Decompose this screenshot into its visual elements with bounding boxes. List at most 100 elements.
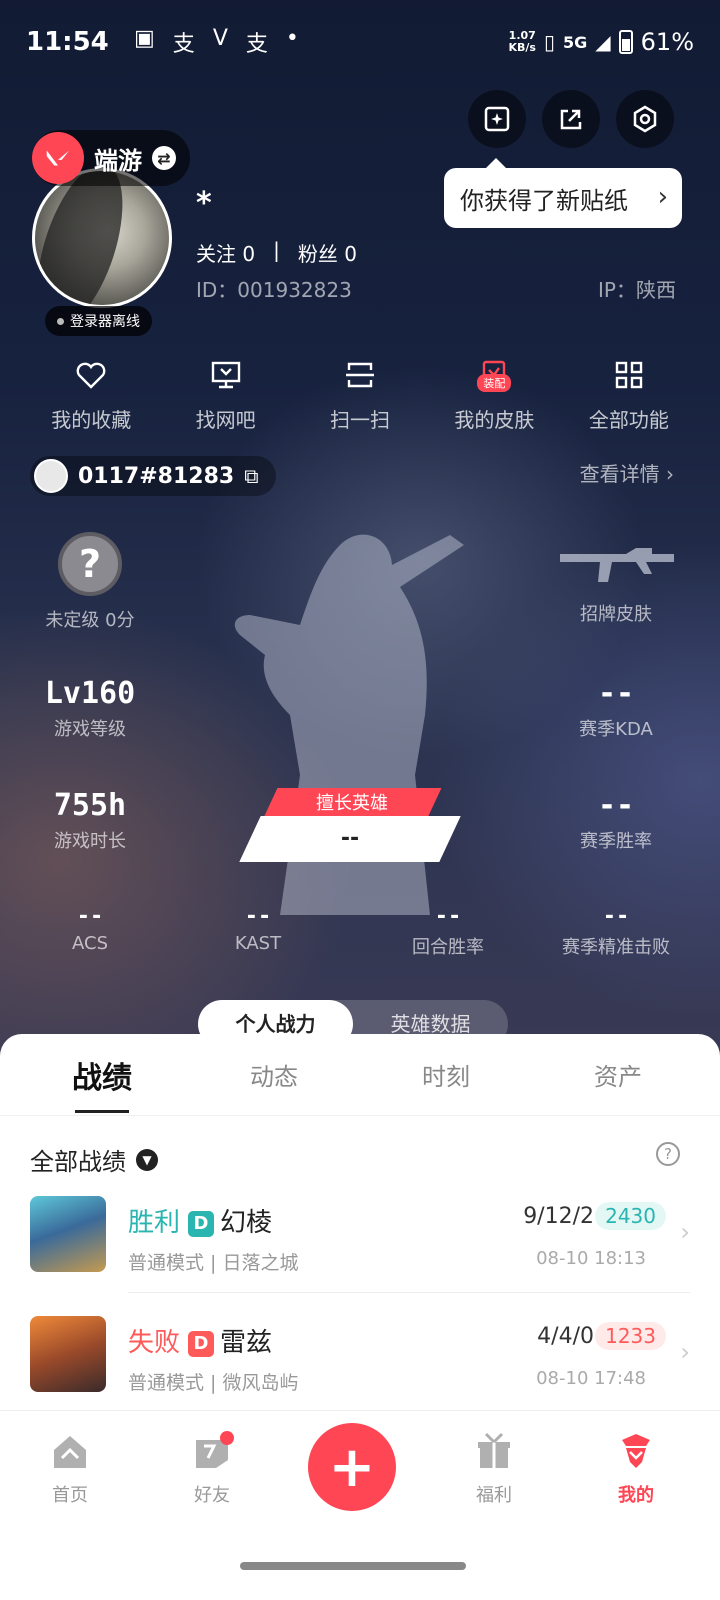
plus-icon: + <box>328 1434 376 1500</box>
match-mode: 普通模式 | 日落之城 <box>128 1252 299 1274</box>
gear-icon <box>633 105 657 133</box>
match-score: 1233 <box>595 1322 666 1350</box>
my-skins-button[interactable]: 装配 我的皮肤 <box>427 352 561 433</box>
scan-button[interactable]: 扫一扫 <box>293 352 427 433</box>
match-score: 2430 <box>595 1202 666 1230</box>
signal-icon: ◢ <box>595 30 611 54</box>
grid-icon <box>615 361 643 389</box>
match-kda: 4/4/0 <box>537 1324 594 1349</box>
user-id: ID：001932823 <box>196 278 352 302</box>
chevron-down-icon: ▼ <box>136 1148 158 1171</box>
status-right: 1.07 KB/s ▯ 5G ◢ 61% <box>509 28 695 56</box>
rank-stat[interactable]: ? 未定级 0分 <box>10 532 170 632</box>
sticker-icon <box>484 106 510 132</box>
new-sticker-tooltip[interactable]: 你获得了新贴纸 › <box>444 158 682 228</box>
status-time: 11:54 <box>26 27 109 57</box>
home-icon <box>54 1436 86 1468</box>
valorant-notification-icon: V <box>212 26 228 51</box>
notification-icons: ▣ 支 V 支 • <box>134 26 299 58</box>
nav-welfare[interactable]: 福利 <box>444 1429 544 1507</box>
precision-kills-stat: -- 赛季精准击败 <box>562 904 670 958</box>
match-result: 失败 <box>128 1328 181 1358</box>
chevron-right-icon: › <box>657 182 668 212</box>
network-type: 5G <box>563 32 588 52</box>
season-winrate-stat: -- 赛季胜率 <box>580 788 652 852</box>
game-switcher[interactable]: 端游 ⇄ <box>32 130 190 186</box>
notification-dot <box>220 1431 234 1445</box>
record-filter[interactable]: 全部战绩 ▼ <box>30 1142 158 1177</box>
alipay-icon: 支 <box>172 32 195 57</box>
mode-badge: D <box>188 1211 215 1237</box>
riot-id-pill[interactable]: 0117#81283 ⧉ <box>30 456 277 496</box>
signature-skin[interactable]: 招牌皮肤 <box>536 540 696 626</box>
view-details-link[interactable]: 查看详情 › <box>580 458 674 487</box>
agent-name: 幻棱 <box>220 1208 273 1238</box>
gun-icon <box>560 548 674 582</box>
avatar[interactable] <box>32 168 172 308</box>
tab-assets[interactable]: 资产 <box>532 1057 704 1092</box>
help-icon[interactable]: ? <box>656 1142 680 1166</box>
monitor-icon <box>211 361 240 389</box>
all-features-button[interactable]: 全部功能 <box>562 352 696 433</box>
round-winrate-stat: -- 回合胜率 <box>412 904 484 958</box>
tab-feed[interactable]: 动态 <box>188 1057 360 1092</box>
divider <box>128 1292 690 1293</box>
heart-icon <box>76 362 106 389</box>
chevron-right-icon: › <box>680 1338 690 1366</box>
copy-icon[interactable]: ⧉ <box>244 464 258 488</box>
nav-home[interactable]: 首页 <box>20 1429 120 1507</box>
match-mode: 普通模式 | 微风岛屿 <box>128 1372 299 1394</box>
home-indicator[interactable] <box>240 1562 466 1570</box>
following-count[interactable]: 关注 0 <box>196 238 255 267</box>
tooltip-text: 你获得了新贴纸 <box>460 186 628 215</box>
match-kda: 9/12/2 <box>523 1204 594 1229</box>
season-kda-stat: -- 赛季KDA <box>579 676 653 740</box>
ip-location: IP：陕西 <box>598 278 676 302</box>
match-date: 08-10 18:13 <box>536 1248 646 1269</box>
share-icon <box>560 109 582 130</box>
fans-count[interactable]: 粉丝 0 <box>298 238 357 267</box>
play-time-stat: 755h 游戏时长 <box>53 788 127 852</box>
find-netcafe-button[interactable]: 找网吧 <box>158 352 292 433</box>
chevron-right-icon: › <box>680 1218 690 1246</box>
follow-divider: | <box>273 238 280 262</box>
tab-record[interactable]: 战绩 <box>16 1053 188 1097</box>
bottom-nav: 首页 好友 + 福利 我的 <box>0 1410 720 1600</box>
username: * <box>196 186 212 221</box>
sim-icon: ▯ <box>543 30 555 54</box>
best-agent-value[interactable]: -- <box>239 816 461 862</box>
agent-portrait <box>30 1316 106 1392</box>
swap-icon: ⇄ <box>152 146 176 170</box>
network-speed: 1.07 KB/s <box>508 29 536 54</box>
battery-icon <box>618 30 633 54</box>
agent-portrait <box>30 1196 106 1272</box>
tab-bar: 战绩 动态 时刻 资产 <box>0 1034 720 1116</box>
more-dot-icon: • <box>285 26 299 51</box>
battery-percent: 61% <box>640 28 694 56</box>
favorites-button[interactable]: 我的收藏 <box>24 352 158 433</box>
nav-me[interactable]: 我的 <box>586 1429 686 1507</box>
tab-moments[interactable]: 时刻 <box>360 1057 532 1092</box>
status-dot <box>57 317 64 325</box>
settings-button[interactable] <box>616 90 674 148</box>
riot-id: 0117#81283 <box>78 463 235 489</box>
scan-icon <box>346 362 375 388</box>
game-name: 端游 <box>94 146 142 175</box>
acs-stat: -- ACS <box>72 904 108 954</box>
sticker-button[interactable] <box>468 90 526 148</box>
profile-icon <box>622 1434 650 1468</box>
nav-friends[interactable]: 好友 <box>162 1429 262 1507</box>
valorant-logo-icon <box>32 132 84 184</box>
create-button[interactable]: + <box>308 1423 396 1511</box>
match-row[interactable]: 胜利 D 幻棱 普通模式 | 日落之城 9/12/2 2430 08-10 18:1… <box>30 1196 690 1296</box>
game-level-stat: Lv160 游戏等级 <box>44 676 136 740</box>
status-bar: 11:54 ▣ 支 V 支 • 1.07 KB/s ▯ 5G ◢ 61% <box>26 22 694 62</box>
share-button[interactable] <box>542 90 600 148</box>
match-row[interactable]: 失败 D 雷兹 普通模式 | 微风岛屿 4/4/0 1233 08-10 17:48… <box>30 1316 690 1416</box>
kast-stat: -- KAST <box>234 904 282 954</box>
launcher-status: 登录器离线 <box>45 306 152 336</box>
player-card-icon <box>34 459 68 493</box>
match-date: 08-10 17:48 <box>536 1368 646 1389</box>
quick-actions: 我的收藏 找网吧 扫一扫 装配 我的皮肤 全部功能 <box>24 352 696 433</box>
follow-stats: 关注 0 | 粉丝 0 <box>196 238 357 267</box>
